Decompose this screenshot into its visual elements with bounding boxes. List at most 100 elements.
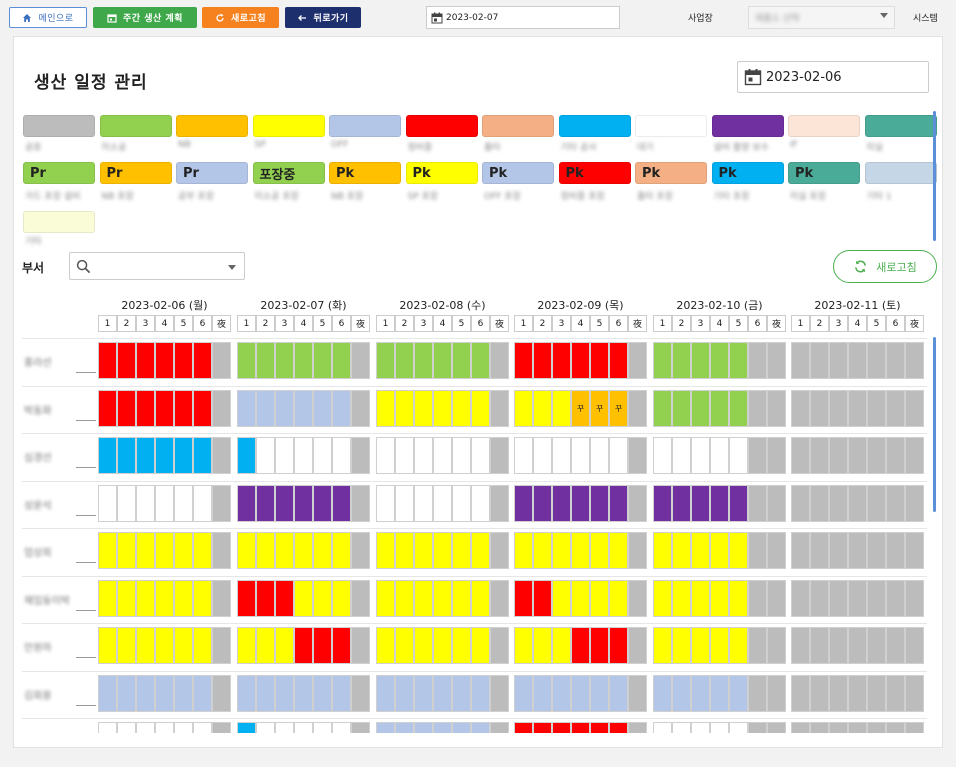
schedule-cell[interactable] (748, 722, 767, 733)
schedule-cell[interactable] (117, 674, 136, 712)
schedule-cell[interactable] (886, 722, 905, 733)
schedule-cell[interactable] (590, 342, 609, 379)
schedule-cell[interactable] (275, 389, 294, 427)
schedule-cell[interactable] (155, 342, 174, 379)
schedule-cell[interactable] (351, 389, 370, 427)
schedule-cell[interactable] (590, 627, 609, 664)
schedule-cell[interactable] (533, 722, 552, 733)
schedule-cell[interactable] (791, 342, 810, 379)
schedule-cell[interactable] (886, 532, 905, 569)
schedule-cell[interactable] (691, 722, 710, 733)
schedule-cell[interactable] (729, 342, 748, 379)
schedule-cell[interactable] (710, 579, 729, 617)
schedule-cell[interactable] (193, 627, 212, 664)
schedule-cell[interactable] (155, 579, 174, 617)
schedule-cell[interactable] (905, 389, 924, 427)
schedule-cell[interactable] (748, 579, 767, 617)
schedule-cell[interactable] (609, 674, 628, 712)
schedule-cell[interactable] (351, 627, 370, 664)
schedule-cell[interactable] (237, 579, 256, 617)
schedule-cell[interactable] (414, 674, 433, 712)
schedule-cell[interactable] (414, 342, 433, 379)
schedule-cell[interactable] (395, 722, 414, 733)
schedule-cell[interactable] (691, 627, 710, 664)
schedule-cell[interactable] (155, 484, 174, 522)
schedule-cell[interactable] (653, 579, 672, 617)
schedule-cell[interactable] (729, 579, 748, 617)
schedule-cell[interactable] (294, 342, 313, 379)
schedule-cell[interactable] (590, 722, 609, 733)
schedule-cell[interactable] (433, 627, 452, 664)
schedule-cell[interactable] (433, 484, 452, 522)
schedule-cell[interactable] (490, 437, 509, 474)
schedule-cell[interactable] (174, 674, 193, 712)
schedule-cell[interactable] (609, 579, 628, 617)
schedule-cell[interactable] (767, 484, 786, 522)
schedule-cell[interactable] (351, 484, 370, 522)
schedule-cell[interactable] (136, 437, 155, 474)
schedule-cell[interactable] (867, 484, 886, 522)
schedule-cell[interactable] (886, 674, 905, 712)
schedule-cell[interactable] (848, 389, 867, 427)
schedule-cell[interactable] (294, 532, 313, 569)
schedule-cell[interactable] (414, 389, 433, 427)
schedule-cell[interactable] (117, 389, 136, 427)
schedule-cell[interactable] (729, 437, 748, 474)
schedule-cell[interactable] (710, 342, 729, 379)
schedule-cell[interactable] (275, 579, 294, 617)
schedule-cell[interactable] (628, 674, 647, 712)
schedule-cell[interactable] (376, 722, 395, 733)
schedule-cell[interactable] (514, 674, 533, 712)
schedule-cell[interactable]: 꾸 (609, 389, 628, 427)
schedule-cell[interactable] (376, 674, 395, 712)
schedule-cell[interactable] (256, 532, 275, 569)
schedule-cell[interactable] (767, 627, 786, 664)
schedule-cell[interactable] (590, 579, 609, 617)
schedule-cell[interactable] (193, 342, 212, 379)
schedule-cell[interactable] (710, 627, 729, 664)
schedule-cell[interactable] (332, 627, 351, 664)
site-select[interactable]: 제품소 선택 (748, 6, 895, 29)
schedule-cell[interactable] (748, 627, 767, 664)
schedule-cell[interactable] (275, 627, 294, 664)
schedule-cell[interactable] (237, 674, 256, 712)
schedule-cell[interactable] (136, 579, 155, 617)
schedule-cell[interactable] (471, 674, 490, 712)
schedule-cell[interactable] (452, 484, 471, 522)
schedule-cell[interactable] (174, 627, 193, 664)
schedule-cell[interactable] (710, 532, 729, 569)
schedule-cell[interactable] (98, 342, 117, 379)
schedule-cell[interactable] (376, 532, 395, 569)
schedule-cell[interactable] (433, 722, 452, 733)
schedule-cell[interactable] (471, 342, 490, 379)
schedule-cell[interactable] (212, 532, 231, 569)
schedule-cell[interactable] (653, 342, 672, 379)
schedule-cell[interactable] (829, 484, 848, 522)
schedule-cell[interactable] (174, 532, 193, 569)
schedule-cell[interactable] (117, 627, 136, 664)
schedule-cell[interactable] (767, 674, 786, 712)
schedule-cell[interactable] (848, 579, 867, 617)
schedule-cell[interactable] (886, 389, 905, 427)
schedule-cell[interactable] (653, 484, 672, 522)
schedule-cell[interactable] (294, 579, 313, 617)
schedule-cell[interactable] (628, 627, 647, 664)
schedule-cell[interactable] (237, 627, 256, 664)
schedule-cell[interactable] (829, 579, 848, 617)
schedule-cell[interactable] (867, 722, 886, 733)
schedule-cell[interactable] (691, 437, 710, 474)
schedule-cell[interactable] (867, 627, 886, 664)
schedule-cell[interactable] (628, 722, 647, 733)
schedule-cell[interactable] (514, 389, 533, 427)
schedule-cell[interactable] (294, 674, 313, 712)
schedule-cell[interactable] (672, 579, 691, 617)
schedule-cell[interactable] (414, 532, 433, 569)
schedule-cell[interactable] (490, 722, 509, 733)
schedule-cell[interactable] (628, 342, 647, 379)
schedule-cell[interactable] (237, 484, 256, 522)
schedule-cell[interactable] (237, 437, 256, 474)
schedule-cell[interactable] (212, 484, 231, 522)
schedule-cell[interactable] (212, 579, 231, 617)
schedule-cell[interactable] (867, 342, 886, 379)
schedule-cell[interactable] (471, 484, 490, 522)
